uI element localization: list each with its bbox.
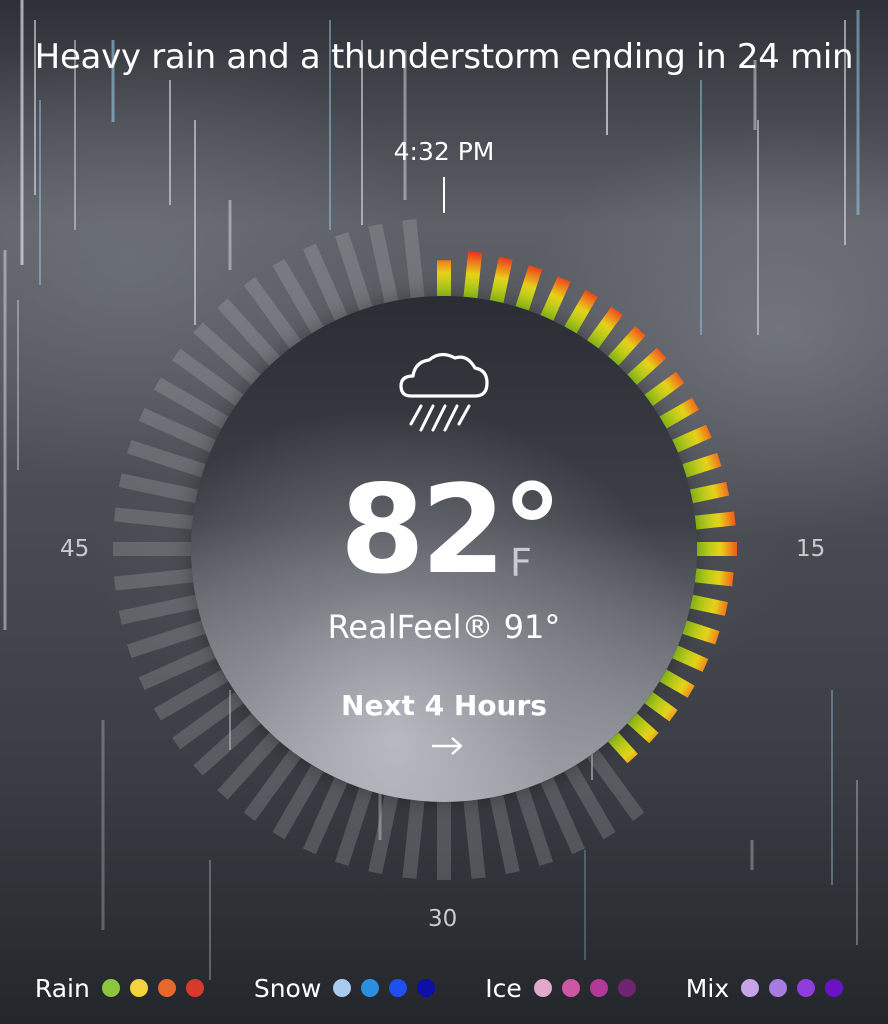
legend-intensity-dot	[561, 979, 580, 997]
dial-minute-tick	[127, 620, 206, 658]
precip-minute-bar	[627, 347, 667, 385]
legend-label: Mix	[685, 973, 730, 1003]
dial-minute-tick	[489, 795, 520, 875]
precip-minute-bar	[463, 251, 483, 299]
dial-label-45: 45	[60, 536, 90, 562]
legend-intensity-dot	[101, 979, 120, 997]
precip-minute-bar	[690, 594, 728, 616]
arrow-right-icon	[432, 737, 463, 755]
dial-minute-tick	[335, 787, 373, 866]
precip-minute-bar	[608, 326, 646, 366]
dial-minute-tick	[463, 799, 486, 879]
legend-group-snow: Snow	[254, 974, 445, 1003]
precip-minute-bar	[694, 568, 734, 587]
precip-minute-bar	[564, 289, 598, 334]
dial-minute-tick	[402, 219, 425, 299]
legend-group-rain: Rain	[35, 974, 214, 1003]
legend-intensity-dot	[589, 979, 608, 997]
temperature-unit: F	[510, 541, 532, 585]
precip-minute-bar	[694, 511, 736, 530]
dial-minute-tick	[368, 795, 399, 875]
precip-minute-bar	[587, 306, 623, 349]
dial-minute-tick	[118, 594, 198, 625]
precip-minute-bar	[515, 265, 543, 311]
legend-intensity-dot	[797, 979, 816, 997]
cloud-rain-icon	[397, 346, 491, 436]
precip-minute-bar	[682, 620, 720, 645]
legend-intensity-dot	[533, 979, 552, 997]
legend-intensity-dot	[741, 979, 760, 997]
precip-minute-bar	[682, 452, 722, 478]
legend-group-ice: Ice	[485, 974, 646, 1003]
precip-minute-bar	[672, 645, 709, 672]
legend-label: Ice	[485, 973, 522, 1003]
precip-minute-bar	[672, 424, 712, 453]
next-4-hours-link[interactable]: Next 4 Hours	[324, 687, 564, 763]
precip-minute-bar	[437, 260, 451, 296]
dial-minute-tick	[437, 802, 451, 880]
legend-intensity-dot	[769, 979, 788, 997]
precip-minute-bar	[489, 256, 513, 303]
precip-minute-bar	[644, 371, 685, 406]
precip-minute-bar	[697, 542, 737, 556]
next-4-hours-label: Next 4 Hours	[341, 689, 547, 722]
legend-group-mix: Mix	[686, 974, 853, 1003]
legend-intensity-dot	[361, 979, 380, 997]
dial-minute-tick	[127, 440, 206, 478]
dial-minute-tick	[114, 507, 194, 530]
precip-minute-bar	[690, 481, 730, 504]
dial-minute-tick	[515, 787, 553, 866]
dial-minute-tick	[402, 799, 425, 879]
legend-label: Rain	[34, 973, 90, 1003]
precip-minute-bar	[540, 276, 571, 321]
current-time-label: 4:32 PM	[393, 137, 495, 166]
legend-intensity-dot	[185, 979, 204, 997]
dial-label-15: 15	[796, 536, 826, 562]
dial-minute-tick	[118, 473, 198, 504]
precip-minute-bar	[659, 669, 695, 698]
precipitation-headline: Heavy rain and a thunderstorm ending in …	[34, 37, 854, 77]
realfeel-value: RealFeel® 91°	[327, 608, 561, 646]
legend-intensity-dot	[417, 979, 436, 997]
dial-minute-tick	[368, 223, 399, 303]
dial-label-30: 30	[428, 906, 458, 932]
legend-intensity-dot	[157, 979, 176, 997]
legend-intensity-dot	[617, 979, 636, 997]
precip-minute-bar	[659, 397, 700, 429]
legend-intensity-dot	[333, 979, 352, 997]
legend-intensity-dot	[389, 979, 408, 997]
legend-label: Snow	[253, 973, 322, 1003]
legend-intensity-dot	[825, 979, 844, 997]
legend-intensity-dot	[129, 979, 148, 997]
dial-minute-tick	[114, 568, 194, 591]
dial-minute-tick	[335, 232, 373, 311]
precipitation-legend: Rain Snow Ice Mix	[0, 968, 888, 1008]
dial-minute-tick	[113, 542, 191, 556]
